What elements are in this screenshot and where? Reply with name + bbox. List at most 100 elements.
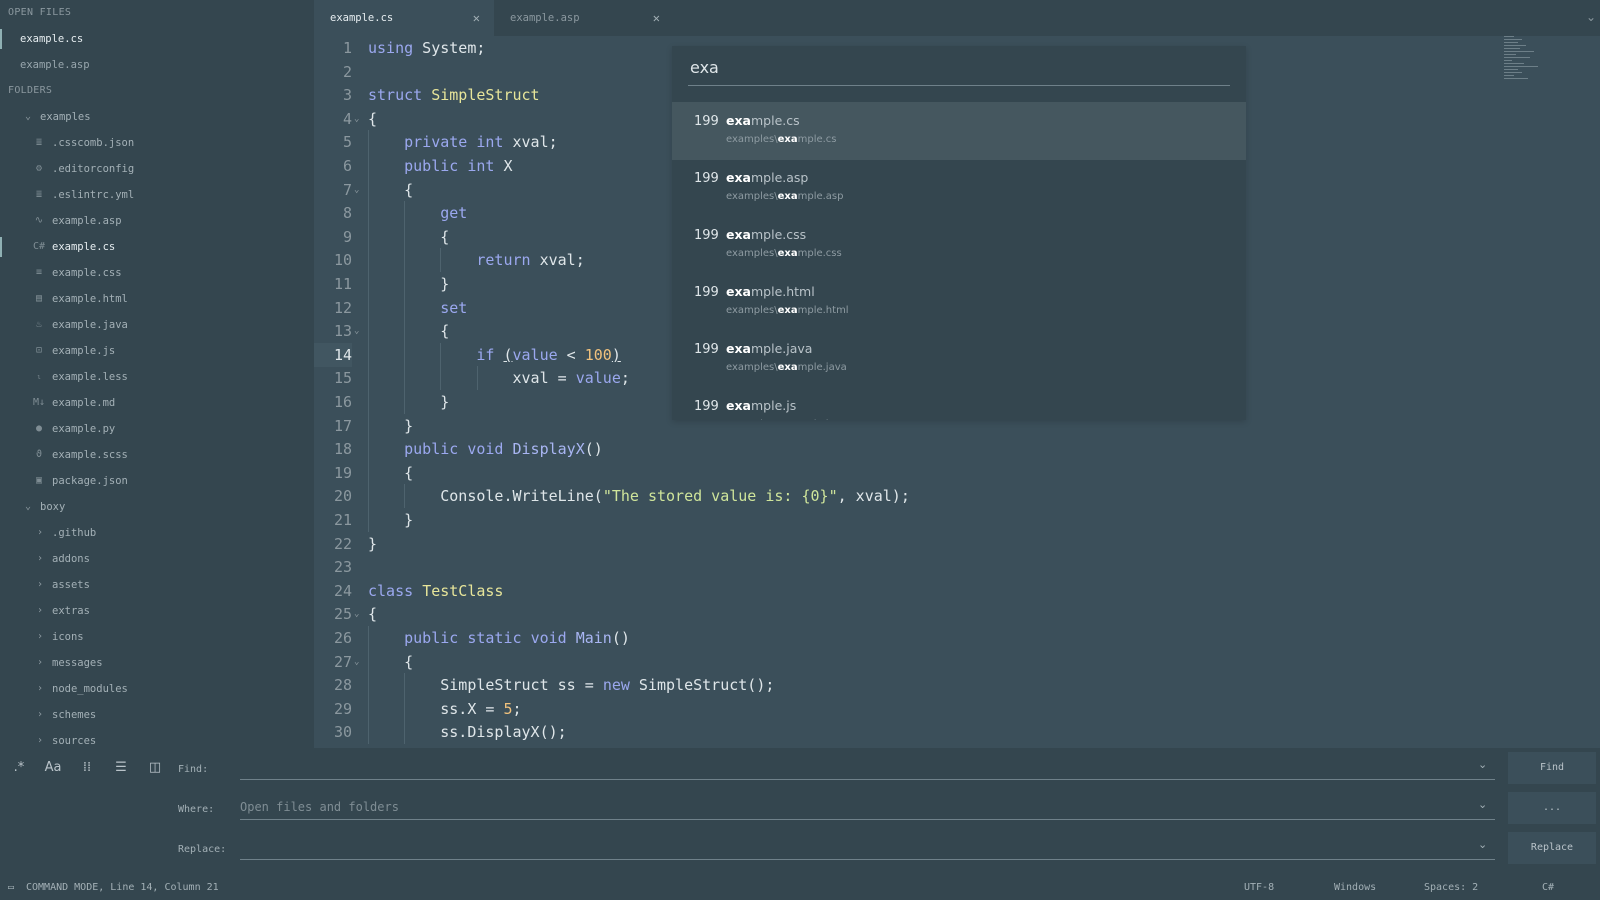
file-item[interactable]: ₗ example.less xyxy=(0,364,314,390)
find-input[interactable] xyxy=(240,754,1495,780)
code-line[interactable]: 24 class TestClass xyxy=(314,579,1314,603)
line-number: 18 xyxy=(333,440,352,459)
folder-item[interactable]: › node_modules xyxy=(0,676,314,702)
folder-item[interactable]: › extras xyxy=(0,598,314,624)
regex-icon[interactable]: .* xyxy=(8,760,30,775)
result-path: examples\example.java xyxy=(726,362,847,373)
chevron-right-icon[interactable]: › xyxy=(34,572,46,598)
buffer-icon[interactable]: ◫ xyxy=(144,760,166,775)
replace-input[interactable] xyxy=(240,834,1495,860)
code-line[interactable]: 19 { xyxy=(314,460,1314,485)
fold-chevron-icon[interactable]: ⌄ xyxy=(354,319,364,343)
goto-result-item[interactable]: 199 example.html examples\example.html xyxy=(672,273,1246,331)
tree-item-label: node_modules xyxy=(52,683,128,695)
code-line[interactable]: 30 ss.DisplayX(); xyxy=(314,720,1314,745)
folder-item[interactable]: › schemes xyxy=(0,702,314,728)
tab-example-asp[interactable]: example.asp ✕ xyxy=(494,0,674,36)
goto-result-item[interactable]: 199 example.css examples\example.css xyxy=(672,216,1246,274)
fold-chevron-icon[interactable]: ⌄ xyxy=(354,602,364,626)
code-line[interactable]: 28 SimpleStruct ss = new SimpleStruct(); xyxy=(314,673,1314,698)
chevron-right-icon[interactable]: › xyxy=(34,702,46,728)
chevron-right-icon[interactable]: › xyxy=(34,650,46,676)
tree-item-label: .csscomb.json xyxy=(52,137,135,149)
code-line[interactable]: 29 ss.X = 5; xyxy=(314,696,1314,721)
code-line[interactable]: 22} xyxy=(314,532,1314,556)
folder-item[interactable]: › assets xyxy=(0,572,314,598)
code-line[interactable]: 18 public void DisplayX() xyxy=(314,437,1314,462)
status-mode: COMMAND MODE, Line 14, Column 21 xyxy=(26,882,219,893)
open-file-item[interactable]: example.cs xyxy=(0,26,314,52)
code-line[interactable]: 25 ⌄{ xyxy=(314,602,1314,626)
fold-chevron-icon[interactable]: ⌄ xyxy=(354,650,364,674)
chevron-down-icon[interactable]: ⌄ xyxy=(22,104,34,130)
code-line[interactable]: 26 public static void Main() xyxy=(314,626,1314,650)
folder-item[interactable]: › icons xyxy=(0,624,314,650)
fold-chevron-icon[interactable]: ⌄ xyxy=(354,178,364,202)
where-browse-button[interactable]: ... xyxy=(1508,792,1596,824)
folder-item[interactable]: ⌄ examples xyxy=(0,104,314,130)
case-sensitive-icon[interactable]: Aa xyxy=(42,760,64,775)
file-item[interactable]: ♨ example.java xyxy=(0,312,314,338)
close-icon[interactable]: ✕ xyxy=(473,0,480,36)
file-item[interactable]: ⚙ .editorconfig xyxy=(0,156,314,182)
status-encoding[interactable]: UTF-8 xyxy=(1244,876,1274,900)
goto-result-item[interactable]: 199 example.asp examples\example.asp xyxy=(672,159,1246,217)
folder-item[interactable]: ⌄ boxy xyxy=(0,494,314,520)
code-line[interactable]: 27 ⌄ { xyxy=(314,649,1314,674)
file-item[interactable]: ⊡ example.js xyxy=(0,338,314,364)
minimap[interactable] xyxy=(1504,36,1574,106)
chevron-right-icon[interactable]: › xyxy=(34,520,46,546)
context-icon[interactable]: ☰ xyxy=(110,760,132,775)
tree-item-label: extras xyxy=(52,605,90,617)
code-text: set xyxy=(440,298,468,317)
chevron-right-icon[interactable]: › xyxy=(34,598,46,624)
file-item[interactable]: ▤ example.html xyxy=(0,286,314,312)
folder-item[interactable]: › .github xyxy=(0,520,314,546)
less-file-icon: ₗ xyxy=(35,371,43,382)
status-syntax[interactable]: C# xyxy=(1542,876,1554,900)
file-item[interactable]: ≣ .eslintrc.yml xyxy=(0,182,314,208)
code-line[interactable]: 20 Console.WriteLine("The stored value i… xyxy=(314,484,1314,509)
goto-result-item[interactable]: 199 example.cs examples\example.cs xyxy=(672,102,1246,160)
tab-example-cs[interactable]: example.cs ✕ xyxy=(314,0,494,36)
line-number: 8 xyxy=(342,204,352,223)
status-line-endings[interactable]: Windows xyxy=(1334,876,1376,900)
whole-word-icon[interactable]: ⁞⁞ xyxy=(76,760,98,775)
html-file-icon: ▤ xyxy=(35,293,43,304)
file-item[interactable]: ▣ package.json xyxy=(0,468,314,494)
match-highlight: exa xyxy=(726,227,751,242)
chevron-right-icon[interactable]: › xyxy=(34,676,46,702)
result-filename: example.css xyxy=(726,227,806,242)
filename-rest: mple.css xyxy=(750,227,807,242)
open-file-item[interactable]: example.asp xyxy=(0,52,314,78)
file-item[interactable]: C# example.cs xyxy=(0,234,314,260)
file-item[interactable]: ≣ .csscomb.json xyxy=(0,130,314,156)
file-item[interactable]: ● example.py xyxy=(0,416,314,442)
chevron-down-icon[interactable]: ⌄ xyxy=(22,494,34,520)
panel-toggle-icon[interactable]: ▭ xyxy=(8,876,14,900)
fold-chevron-icon[interactable]: ⌄ xyxy=(354,107,364,131)
chevron-right-icon[interactable]: › xyxy=(34,546,46,572)
goto-search-input[interactable]: exa xyxy=(688,58,1230,86)
goto-result-item[interactable]: 199example.jsexamples\example.js xyxy=(672,387,1246,420)
goto-result-item[interactable]: 199 example.java examples\example.java xyxy=(672,330,1246,388)
folder-item[interactable]: › messages xyxy=(0,650,314,676)
find-button[interactable]: Find xyxy=(1508,752,1596,784)
markdown-file-icon: M↓ xyxy=(32,397,46,408)
chevron-right-icon[interactable]: › xyxy=(34,624,46,650)
find-label: Find: xyxy=(178,764,209,775)
file-item[interactable]: ϑ example.scss xyxy=(0,442,314,468)
file-item[interactable]: M↓ example.md xyxy=(0,390,314,416)
status-indentation[interactable]: Spaces: 2 xyxy=(1424,876,1478,900)
csharp-file-icon: C# xyxy=(32,241,46,252)
close-icon[interactable]: ✕ xyxy=(653,0,660,36)
folder-item[interactable]: › addons xyxy=(0,546,314,572)
code-line[interactable]: 21 } xyxy=(314,508,1314,532)
match-highlight: exa xyxy=(777,191,798,202)
replace-button[interactable]: Replace xyxy=(1508,832,1596,864)
chevron-down-icon[interactable]: ⌄ xyxy=(1586,10,1596,24)
file-item[interactable]: ≡ example.css xyxy=(0,260,314,286)
where-input[interactable]: Open files and folders xyxy=(240,794,1495,820)
code-line[interactable]: 23 xyxy=(314,555,1314,579)
file-item[interactable]: ∿ example.asp xyxy=(0,208,314,234)
